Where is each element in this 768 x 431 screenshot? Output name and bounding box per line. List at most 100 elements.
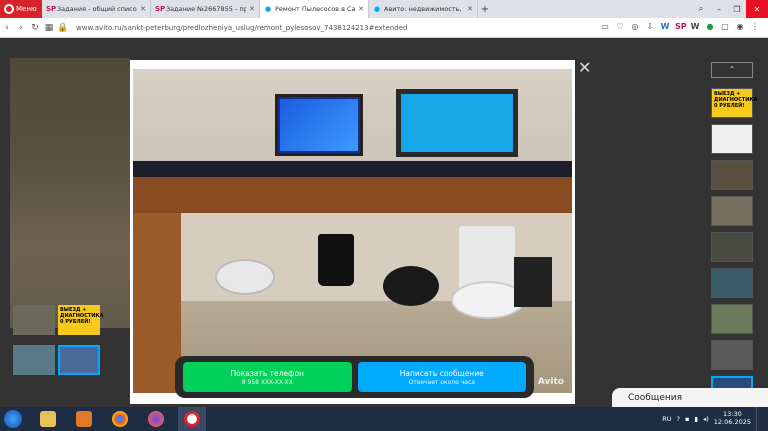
volume-icon[interactable]: ◂) <box>703 415 709 423</box>
background-listing-photo <box>10 58 130 328</box>
promo-text: ВЫЕЗД + ДИАГНОСТИКА 0 РУБЛЕЙ! <box>60 307 104 325</box>
promo-text: ВЫЕЗД + ДИАГНОСТИКА 0 РУБЛЕЙ! <box>714 91 758 109</box>
bg-thumb[interactable] <box>13 345 55 375</box>
tabs-grid-icon[interactable]: ▦ <box>42 23 56 33</box>
thumbnail[interactable] <box>711 340 753 370</box>
extension-w2-icon[interactable]: W <box>690 22 700 31</box>
opera-logo-icon <box>4 4 14 14</box>
phone-number-masked: 8 958 XXX-XX-XX <box>241 378 293 386</box>
taskbar-media[interactable] <box>70 407 98 431</box>
taskbar-opera[interactable] <box>178 407 206 431</box>
show-desktop-button[interactable] <box>756 407 762 431</box>
close-tab-icon[interactable]: ✕ <box>249 5 255 13</box>
tab-label: Задание №2667855 - про <box>166 5 247 13</box>
close-tab-icon[interactable]: ✕ <box>358 5 364 13</box>
windows-taskbar: RU ? ▪ ▮ ◂) 13:30 12.06.2025 <box>0 407 768 431</box>
taskbar-explorer[interactable] <box>34 407 62 431</box>
tray-icon[interactable]: ▪ <box>685 415 689 423</box>
response-time-text: Отвечает около часа <box>408 378 475 386</box>
show-phone-button[interactable]: Показать телефон 8 958 XXX-XX-XX <box>183 362 352 392</box>
url-field[interactable]: www.avito.ru/sankt-peterburg/predlozheni… <box>76 24 407 32</box>
scroll-up-button[interactable]: ⌃ <box>711 62 753 78</box>
start-button[interactable] <box>0 407 26 431</box>
thumbnail[interactable] <box>711 196 753 226</box>
sp-favicon-icon: SP <box>46 5 57 13</box>
language-indicator[interactable]: RU <box>662 415 671 423</box>
thumbnail[interactable] <box>711 124 753 154</box>
address-bar: ‹ › ↻ ▦ 🔒 www.avito.ru/sankt-peterburg/p… <box>0 18 768 38</box>
bookmark-icon[interactable]: ♡ <box>615 22 625 31</box>
profile-avatar[interactable]: ◉ <box>735 22 745 31</box>
search-tabs-icon[interactable]: ⌕ <box>692 0 710 18</box>
forward-icon[interactable]: › <box>14 23 28 33</box>
system-tray: RU ? ▪ ▮ ◂) 13:30 12.06.2025 <box>662 407 762 431</box>
browser-tabbar: Меню SP Задания - общий список ✕ SP Зада… <box>0 0 768 18</box>
bg-thumb[interactable] <box>13 305 55 335</box>
page-actions-icon[interactable]: ▭ <box>600 22 610 31</box>
avito-favicon-icon: ● <box>264 5 272 13</box>
folder-icon <box>40 411 56 427</box>
listing-photo[interactable]: Avito <box>133 69 572 393</box>
page-content: ВЫЕЗД + ДИАГНОСТИКА 0 РУБЛЕЙ! Avito ✕ По <box>0 38 768 407</box>
taskbar-firefox[interactable] <box>142 407 170 431</box>
thumbnail[interactable] <box>711 268 753 298</box>
new-tab-button[interactable]: + <box>478 4 492 15</box>
chrome-icon <box>112 411 128 427</box>
windows-logo-icon <box>4 410 22 428</box>
photo-robot-vacuum <box>383 266 439 306</box>
extensions-bar: ▭ ♡ ◎ ⇩ W SP W ● ▢ ◉ ⋮ <box>600 22 760 31</box>
media-player-icon <box>76 411 92 427</box>
bg-thumb[interactable] <box>58 345 100 375</box>
photo-robot-vacuum <box>215 259 275 295</box>
extension-sp-icon[interactable]: SP <box>675 22 687 31</box>
photo-box <box>514 257 552 307</box>
back-icon[interactable]: ‹ <box>0 23 14 33</box>
close-tab-icon[interactable]: ✕ <box>140 5 146 13</box>
sp-favicon-icon: SP <box>155 5 166 13</box>
camera-icon[interactable]: ◎ <box>630 22 640 31</box>
download-icon[interactable]: ⇩ <box>645 22 655 31</box>
help-icon[interactable]: ? <box>677 415 680 423</box>
minimize-button[interactable]: – <box>710 0 728 18</box>
menu-label: Меню <box>16 5 37 13</box>
extension-w-icon[interactable]: W <box>660 22 670 31</box>
reload-icon[interactable]: ↻ <box>28 23 42 33</box>
extension-green-icon[interactable]: ● <box>705 22 715 31</box>
tab-avito-home[interactable]: ● Авито: недвижимость, тра ✕ <box>369 0 478 18</box>
thumbnail[interactable] <box>711 160 753 190</box>
tab-task-detail[interactable]: SP Задание №2667855 - про ✕ <box>151 0 260 18</box>
messages-panel-button[interactable]: Сообщения <box>612 388 768 407</box>
thumbnail[interactable] <box>711 304 753 334</box>
tab-tasks-list[interactable]: SP Задания - общий список ✕ <box>42 0 151 18</box>
network-icon[interactable]: ▮ <box>694 415 698 423</box>
tab-label: Ремонт Пылесосов в Сан <box>275 5 356 13</box>
lock-icon: 🔒 <box>57 22 69 33</box>
close-modal-icon[interactable]: ✕ <box>578 58 591 77</box>
window-controls: ⌕ – ❐ ✕ <box>692 0 768 18</box>
more-menu-icon[interactable]: ⋮ <box>750 22 760 31</box>
maximize-button[interactable]: ❐ <box>728 0 746 18</box>
opera-icon <box>184 411 200 427</box>
avito-watermark: Avito <box>537 377 564 387</box>
write-message-label: Написать сообщение <box>399 368 484 378</box>
thumbnail[interactable] <box>711 232 753 262</box>
thumbnail-strip: ⌃ ВЫЕЗД + ДИАГНОСТИКА 0 РУБЛЕЙ! <box>711 62 757 407</box>
photo-laptop <box>396 89 518 157</box>
photo-trash-bin <box>318 234 354 286</box>
thumbnail-promo[interactable]: ВЫЕЗД + ДИАГНОСТИКА 0 РУБЛЕЙ! <box>711 88 757 118</box>
extensions-icon[interactable]: ▢ <box>720 22 730 31</box>
photo-desk <box>133 177 572 213</box>
bg-thumb-promo[interactable]: ВЫЕЗД + ДИАГНОСТИКА 0 РУБЛЕЙ! <box>58 305 104 335</box>
contact-action-bar: Показать телефон 8 958 XXX-XX-XX Написат… <box>175 356 534 398</box>
tab-label: Задания - общий список <box>57 5 138 13</box>
firefox-icon <box>148 411 164 427</box>
taskbar-chrome[interactable] <box>106 407 134 431</box>
show-phone-label: Показать телефон <box>230 368 304 378</box>
clock[interactable]: 13:30 12.06.2025 <box>714 410 751 427</box>
close-tab-icon[interactable]: ✕ <box>467 5 473 13</box>
photo-laptop <box>275 94 363 156</box>
opera-menu-button[interactable]: Меню <box>0 0 42 18</box>
close-window-button[interactable]: ✕ <box>746 0 768 18</box>
write-message-button[interactable]: Написать сообщение Отвечает около часа <box>357 362 526 392</box>
tab-vacuum-repair[interactable]: ● Ремонт Пылесосов в Сан ✕ <box>260 0 369 18</box>
